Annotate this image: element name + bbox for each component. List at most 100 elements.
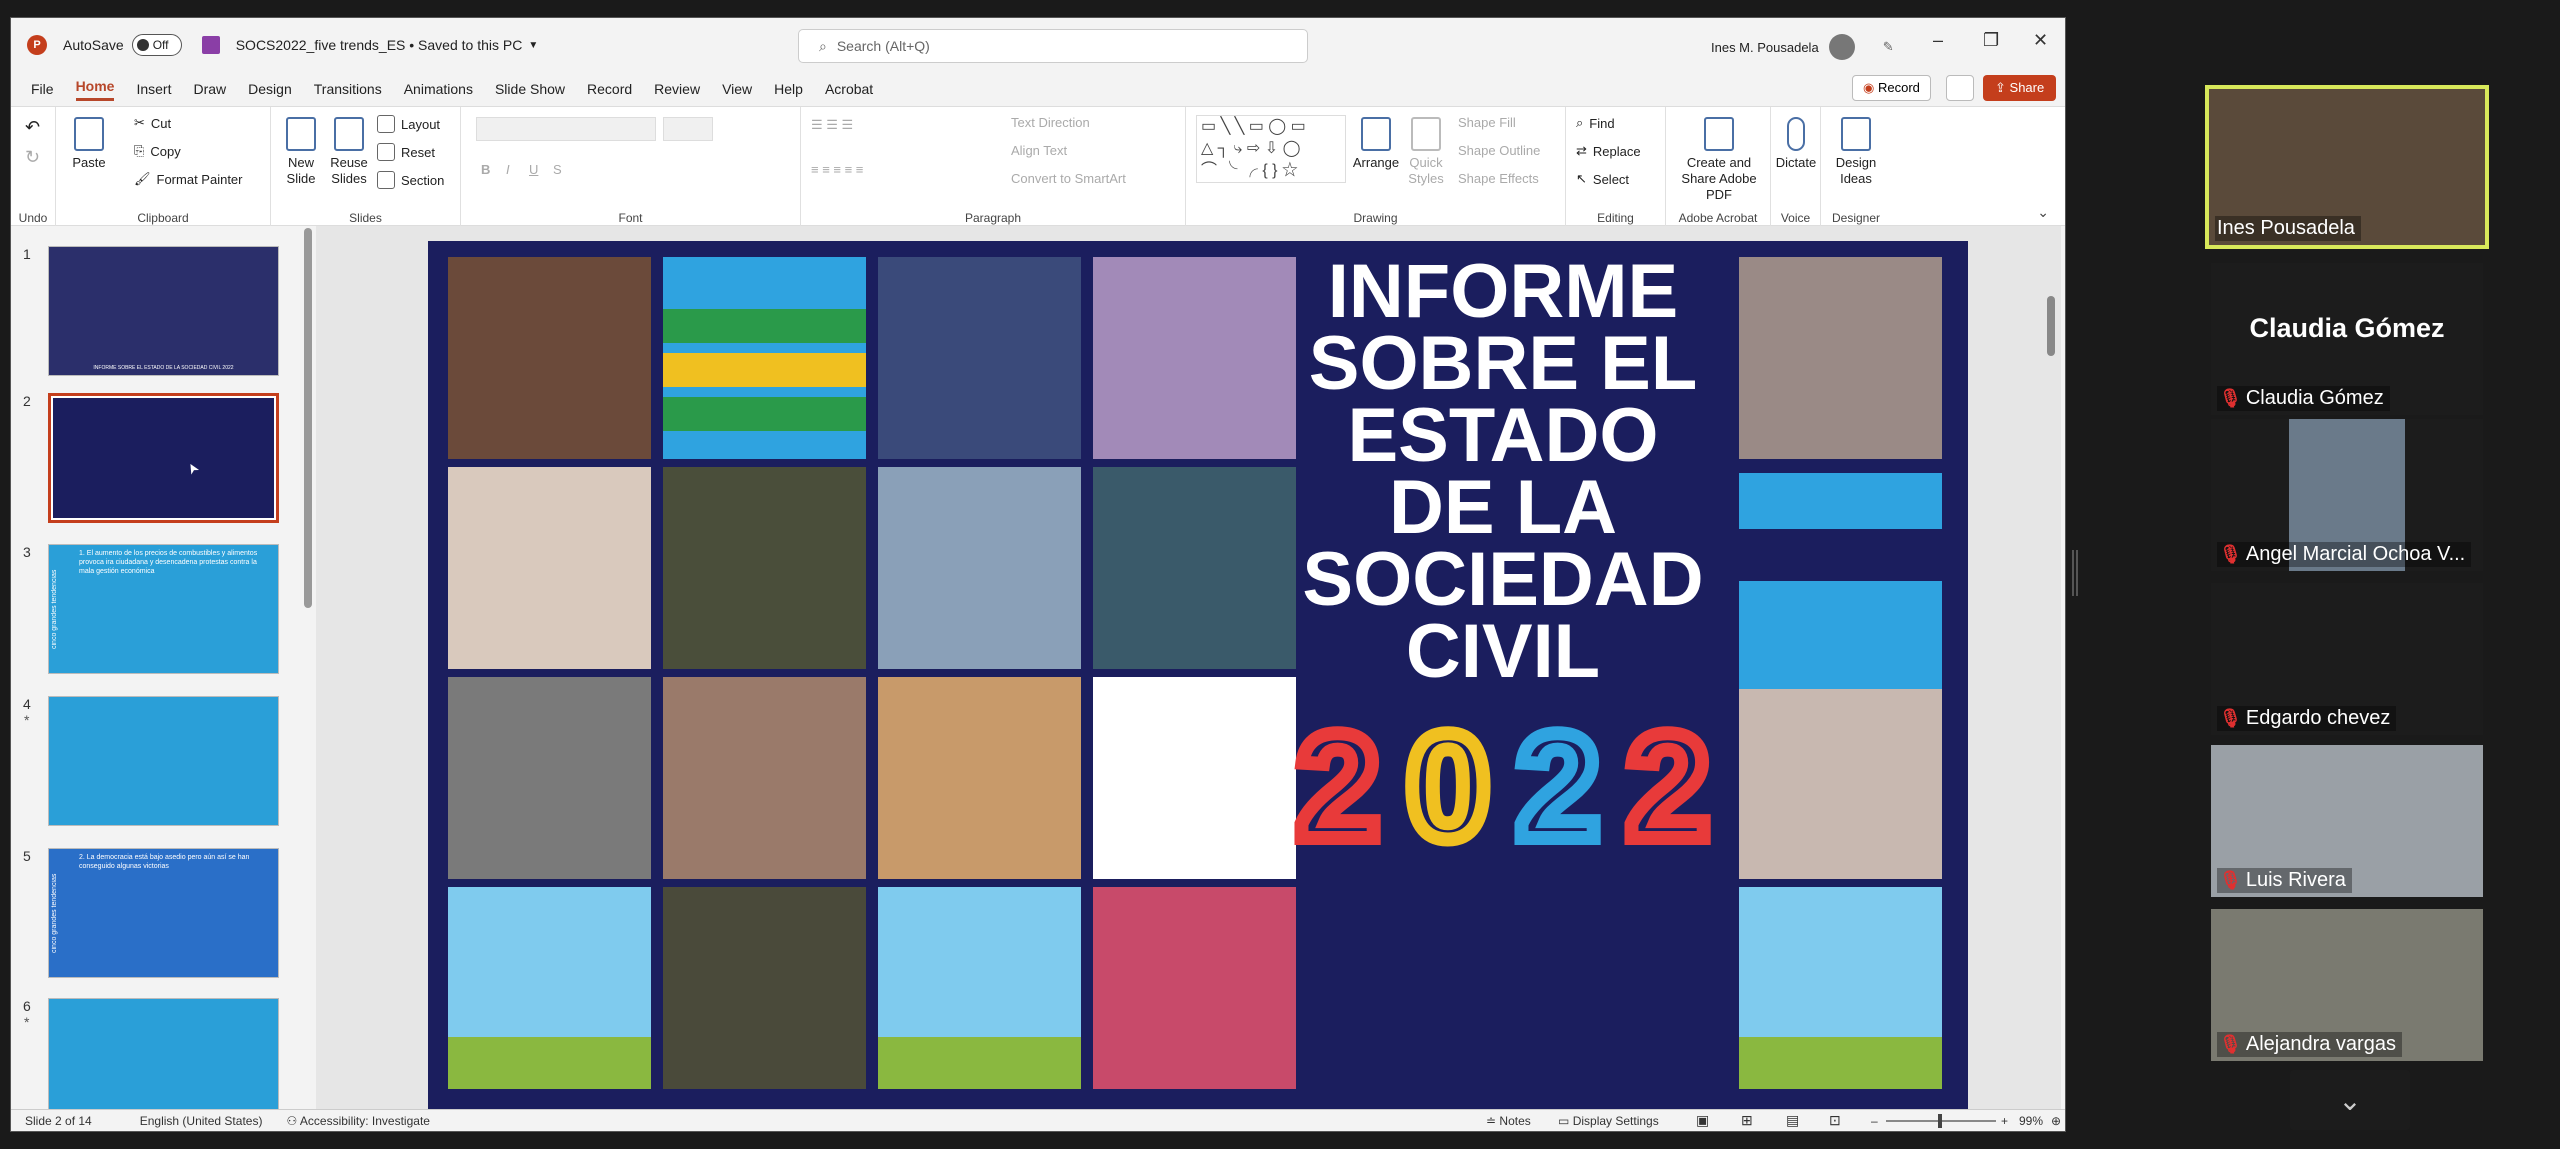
design-ideas-button[interactable]: Design Ideas	[1827, 117, 1885, 187]
section-button[interactable]: Section	[377, 171, 444, 189]
find-button[interactable]: ⌕ Find	[1576, 115, 1615, 131]
slide-year-digit: 0	[1399, 702, 1497, 870]
align-icon[interactable]: ≡ ≡ ≡ ≡ ≡	[811, 162, 863, 177]
menu-tab-view[interactable]: View	[722, 81, 752, 97]
quick-styles-button[interactable]: Quick Styles	[1401, 117, 1451, 187]
menu-tab-insert[interactable]: Insert	[136, 81, 171, 97]
panel-resize-handle[interactable]	[2072, 550, 2078, 596]
avatar[interactable]	[1828, 34, 1855, 60]
slide-scrollbar[interactable]	[2045, 226, 2057, 1119]
zoom-in-icon[interactable]: +	[2001, 1114, 2008, 1128]
slide-thumbnail[interactable]: ➤	[48, 393, 279, 523]
text-direction-button[interactable]: Text Direction	[1011, 115, 1090, 130]
font-size-select[interactable]	[663, 117, 713, 141]
format-painter-button[interactable]: 🖌 Format Painter	[134, 171, 243, 187]
slide-thumbnail[interactable]: 1. El aumento de los precios de combusti…	[48, 544, 279, 674]
slideshow-icon[interactable]: ⊡	[1829, 1112, 1841, 1129]
thumbnail-scrollbar[interactable]	[303, 228, 313, 1118]
notes-button[interactable]: ≐ Notes	[1486, 1114, 1531, 1128]
participant-tile[interactable]: 🎙 Edgardo chevez	[2211, 583, 2483, 735]
undo-icon[interactable]: ↶	[25, 117, 40, 138]
cut-button[interactable]: ✂ Cut	[134, 115, 171, 131]
shapes-gallery[interactable]: ▭ ╲ ╲ ▭ ◯ ▭ △ ┐ ⤷ ⇨ ⇩ ◯ ⌒ ╰ ╭ { } ☆	[1196, 115, 1346, 183]
font-family-select[interactable]	[476, 117, 656, 141]
slide-thumbnail[interactable]	[48, 696, 279, 826]
menu-tab-review[interactable]: Review	[654, 81, 700, 97]
menu-tab-acrobat[interactable]: Acrobat	[825, 81, 873, 97]
document-title[interactable]: SOCS2022_five trends_ES • Saved to this …	[236, 37, 523, 53]
layout-icon	[377, 115, 395, 133]
slide-thumbnail[interactable]: 2. La democracia está bajo asedio pero a…	[48, 848, 279, 978]
pen-icon[interactable]: ✎	[1883, 39, 1894, 55]
menu-tab-file[interactable]: File	[31, 81, 54, 97]
create-share-pdf-button[interactable]: Create and Share Adobe PDF	[1670, 117, 1768, 203]
user-account[interactable]: Ines M. Pousadela ✎	[1711, 34, 1894, 60]
menu-tab-slide-show[interactable]: Slide Show	[495, 81, 565, 97]
reset-button[interactable]: Reset	[377, 143, 435, 161]
display-settings-button[interactable]: ▭ Display Settings	[1558, 1114, 1659, 1128]
reading-view-icon[interactable]: ▤	[1786, 1112, 1799, 1129]
participant-tile[interactable]: 🎙 Luis Rivera	[2211, 745, 2483, 897]
shape-outline-button[interactable]: Shape Outline	[1458, 143, 1540, 158]
record-button[interactable]: ◉ Record	[1852, 75, 1931, 101]
strikethrough-button[interactable]: S	[553, 162, 562, 177]
autosave[interactable]: AutoSave Off	[63, 34, 182, 56]
fit-slide-icon[interactable]: ⊕	[2051, 1114, 2061, 1128]
zoom-slider[interactable]	[1886, 1114, 1996, 1128]
arrange-button[interactable]: Arrange	[1351, 117, 1401, 171]
minimize-icon[interactable]: –	[1933, 30, 1943, 51]
current-slide[interactable]: INFORME SOBRE EL ESTADO DE LA SOCIEDAD CIVIL …	[428, 241, 1968, 1109]
zoom-out-icon[interactable]: –	[1871, 1114, 1878, 1128]
layout-button[interactable]: Layout	[377, 115, 440, 133]
select-button[interactable]: ↖ Select	[1576, 171, 1629, 187]
menu-tab-design[interactable]: Design	[248, 81, 292, 97]
slide-sorter-icon[interactable]: ⊞	[1741, 1112, 1753, 1129]
shape-fill-button[interactable]: Shape Fill	[1458, 115, 1516, 130]
italic-button[interactable]: I	[506, 162, 510, 177]
underline-button[interactable]: U	[529, 162, 538, 177]
paste-button[interactable]: Paste	[64, 117, 114, 171]
microphone-icon	[1787, 117, 1805, 151]
accessibility-status[interactable]: ⚇ Accessibility: Investigate	[286, 1114, 430, 1128]
scroll-down-button[interactable]: ⌄	[2290, 1070, 2410, 1130]
copy-button[interactable]: ⎘ Copy	[134, 143, 181, 159]
new-slide-button[interactable]: New Slide	[279, 117, 323, 187]
collapse-ribbon-icon[interactable]: ⌄	[2037, 204, 2049, 221]
close-icon[interactable]: ✕	[2033, 30, 2048, 51]
restore-icon[interactable]: ❐	[1983, 30, 1999, 51]
autosave-toggle[interactable]: Off	[131, 34, 182, 56]
participant-tile[interactable]: 🎙 Alejandra vargas	[2211, 909, 2483, 1061]
slide-photo-tile	[1093, 677, 1296, 879]
participant-tile[interactable]: Ines Pousadela	[2205, 85, 2489, 249]
menu-tab-home[interactable]: Home	[75, 78, 115, 101]
replace-button[interactable]: ⇄ Replace	[1576, 143, 1641, 159]
slide-thumbnail[interactable]: INFORME SOBRE EL ESTADO DE LA SOCIEDAD C…	[48, 246, 279, 376]
slide-number: 1	[23, 246, 31, 262]
section-icon	[377, 171, 395, 189]
menu-tab-draw[interactable]: Draw	[193, 81, 226, 97]
menu-tab-animations[interactable]: Animations	[404, 81, 473, 97]
zoom-level[interactable]: 99%	[2019, 1114, 2043, 1128]
participant-tile[interactable]: 🎙 Angel Marcial Ochoa V...	[2211, 419, 2483, 571]
search-box[interactable]: ⌕ Search (Alt+Q)	[798, 29, 1308, 63]
align-text-button[interactable]: Align Text	[1011, 143, 1067, 158]
shape-effects-button[interactable]: Shape Effects	[1458, 171, 1539, 186]
normal-view-icon[interactable]: ▣	[1696, 1112, 1709, 1129]
slide-number: 4	[23, 696, 31, 712]
share-button[interactable]: ⇪ Share	[1983, 75, 2057, 101]
redo-icon[interactable]: ↻	[25, 147, 40, 168]
convert-smartart-button[interactable]: Convert to SmartArt	[1011, 171, 1126, 186]
reuse-slides-button[interactable]: Reuse Slides	[327, 117, 371, 187]
bold-button[interactable]: B	[481, 162, 490, 177]
dictate-button[interactable]: Dictate	[1774, 117, 1818, 171]
menu-tab-transitions[interactable]: Transitions	[314, 81, 382, 97]
slide-abstract-shape	[1739, 581, 1942, 689]
language[interactable]: English (United States)	[140, 1114, 263, 1128]
comments-button[interactable]	[1946, 75, 1974, 101]
save-icon[interactable]	[201, 36, 220, 54]
chevron-down-icon[interactable]: ▼	[528, 40, 538, 51]
bullets-icon[interactable]: ☰ ☰ ☰	[811, 117, 853, 133]
menu-tab-record[interactable]: Record	[587, 81, 632, 97]
menu-tab-help[interactable]: Help	[774, 81, 803, 97]
participant-tile[interactable]: Claudia Gómez 🎙 Claudia Gómez	[2211, 263, 2483, 415]
